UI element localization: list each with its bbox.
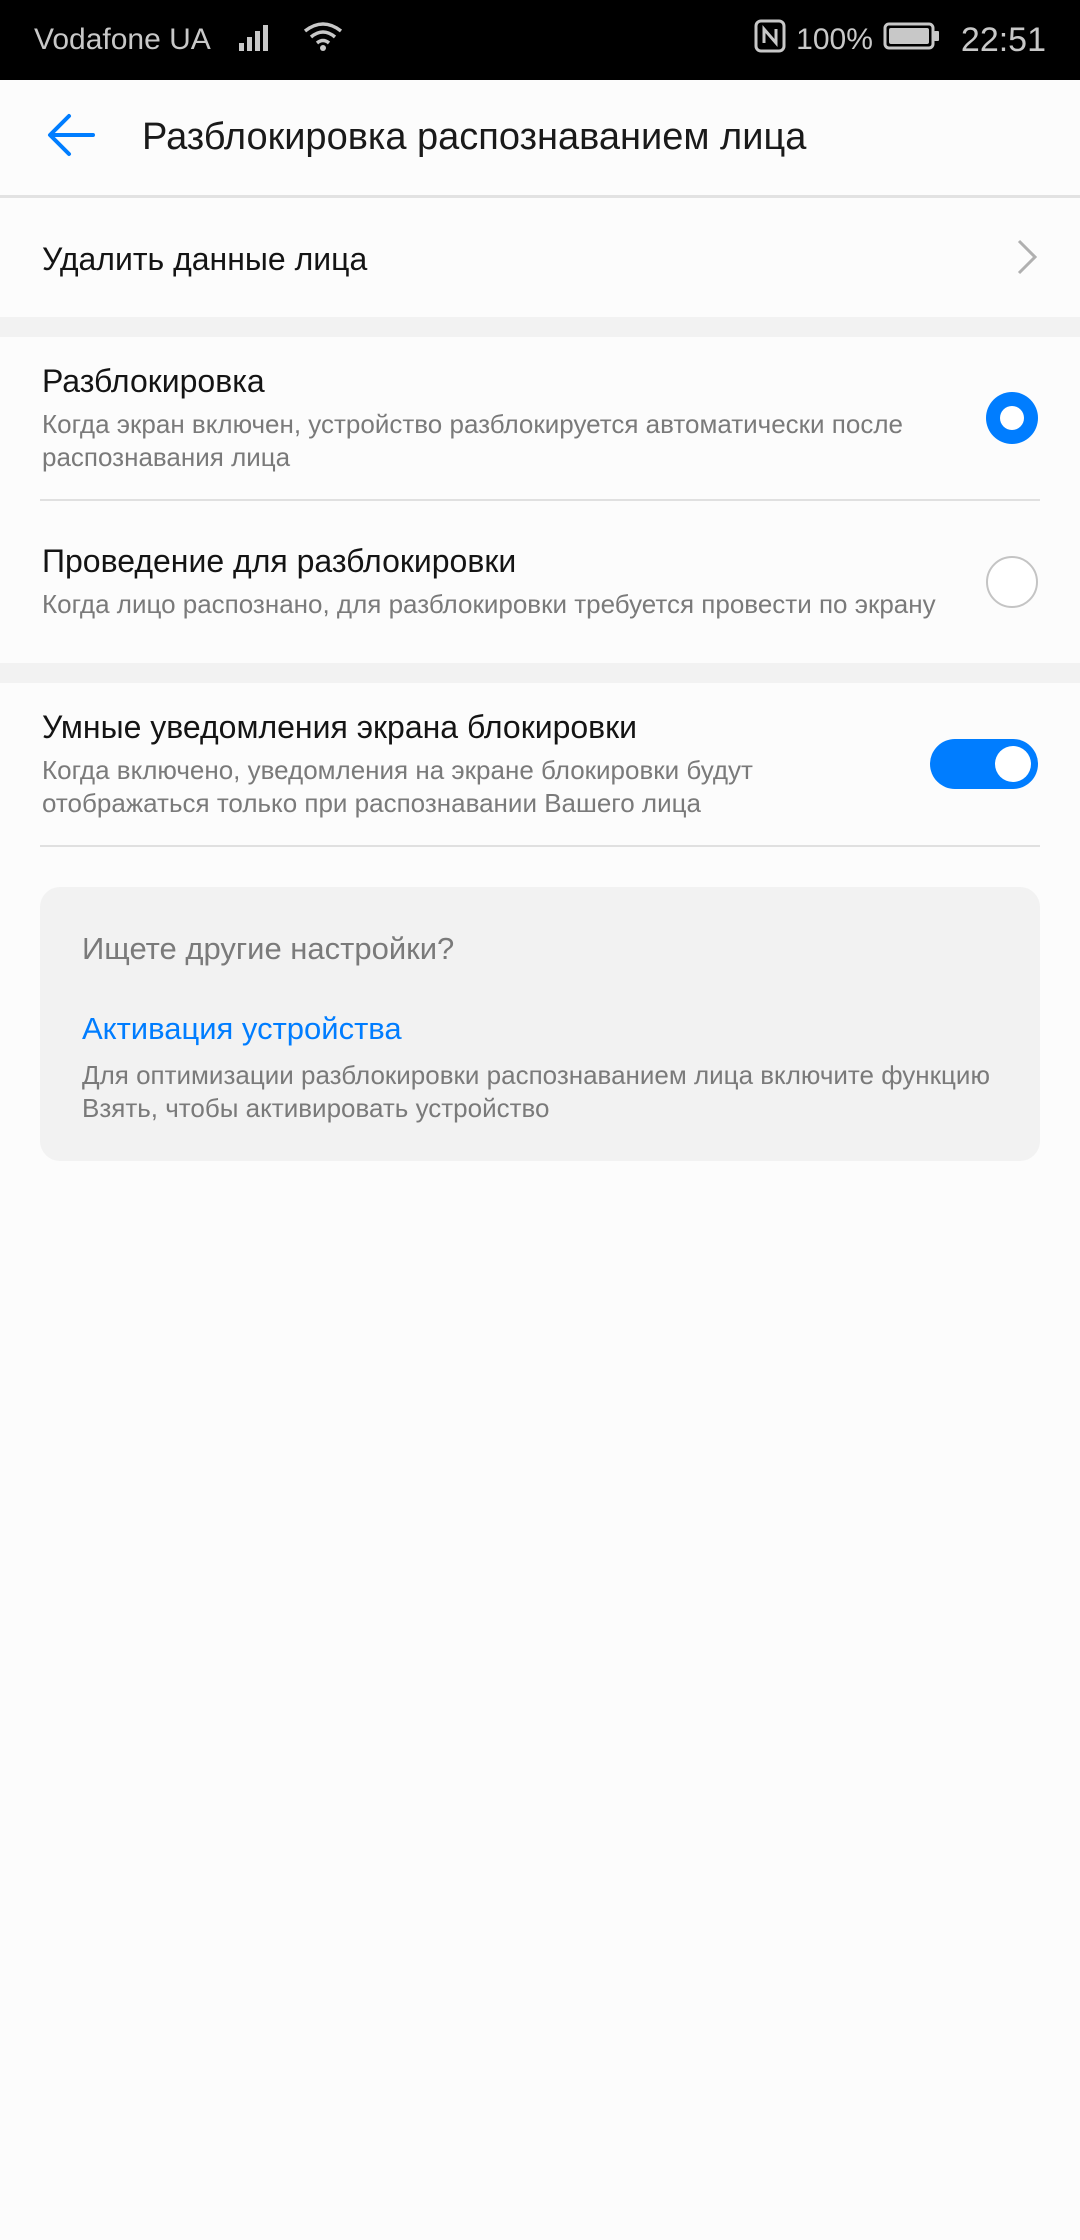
status-bar: Vodafone UA 100% 22:51 — [0, 0, 1080, 80]
back-button[interactable] — [0, 79, 142, 197]
radio-swipe-unlock[interactable] — [986, 556, 1038, 608]
delete-face-data-label: Удалить данные лица — [42, 240, 368, 277]
arrow-left-icon — [45, 112, 97, 163]
chevron-right-icon — [1016, 238, 1038, 281]
carrier-name: Vodafone UA — [34, 23, 211, 56]
option-unlock[interactable]: Разблокировка Когда экран включен, устро… — [0, 337, 1080, 499]
app-bar: Разблокировка распознаванием лица — [0, 80, 1080, 198]
wifi-icon — [303, 21, 343, 59]
radio-unlock[interactable] — [986, 392, 1038, 444]
smart-notifications-row[interactable]: Умные уведомления экрана блокировки Когд… — [0, 683, 1080, 845]
option-swipe-description: Когда лицо распознано, для разблокировки… — [42, 589, 936, 619]
suggestions-card: Ищете другие настройки? Активация устрой… — [40, 887, 1040, 1161]
device-activation-description: Для оптимизации разблокировки распознава… — [82, 1060, 990, 1123]
delete-face-data-row[interactable]: Удалить данные лица — [0, 201, 1080, 317]
nfc-icon — [754, 19, 786, 61]
option-unlock-title: Разблокировка — [42, 362, 265, 399]
option-swipe-title: Проведение для разблокировки — [42, 543, 517, 579]
page-title: Разблокировка распознаванием лица — [142, 116, 807, 158]
battery-percent: 100% — [796, 23, 873, 56]
option-swipe-unlock[interactable]: Проведение для разблокировки Когда лицо … — [0, 501, 1080, 663]
clock: 22:51 — [960, 20, 1046, 59]
divider — [40, 845, 1040, 847]
option-unlock-description: Когда экран включен, устройство разблоки… — [42, 408, 903, 472]
smart-notifications-description: Когда включено, уведомления на экране бл… — [42, 754, 753, 818]
section-gap — [0, 317, 1080, 337]
smart-notifications-toggle[interactable] — [930, 739, 1038, 789]
signal-icon — [237, 21, 277, 59]
device-activation-link[interactable]: Активация устройства — [82, 1011, 402, 1047]
battery-icon — [883, 21, 941, 59]
section-gap — [0, 663, 1080, 683]
smart-notifications-title: Умные уведомления экрана блокировки — [42, 708, 638, 745]
suggestions-question: Ищете другие настройки? — [82, 931, 455, 966]
